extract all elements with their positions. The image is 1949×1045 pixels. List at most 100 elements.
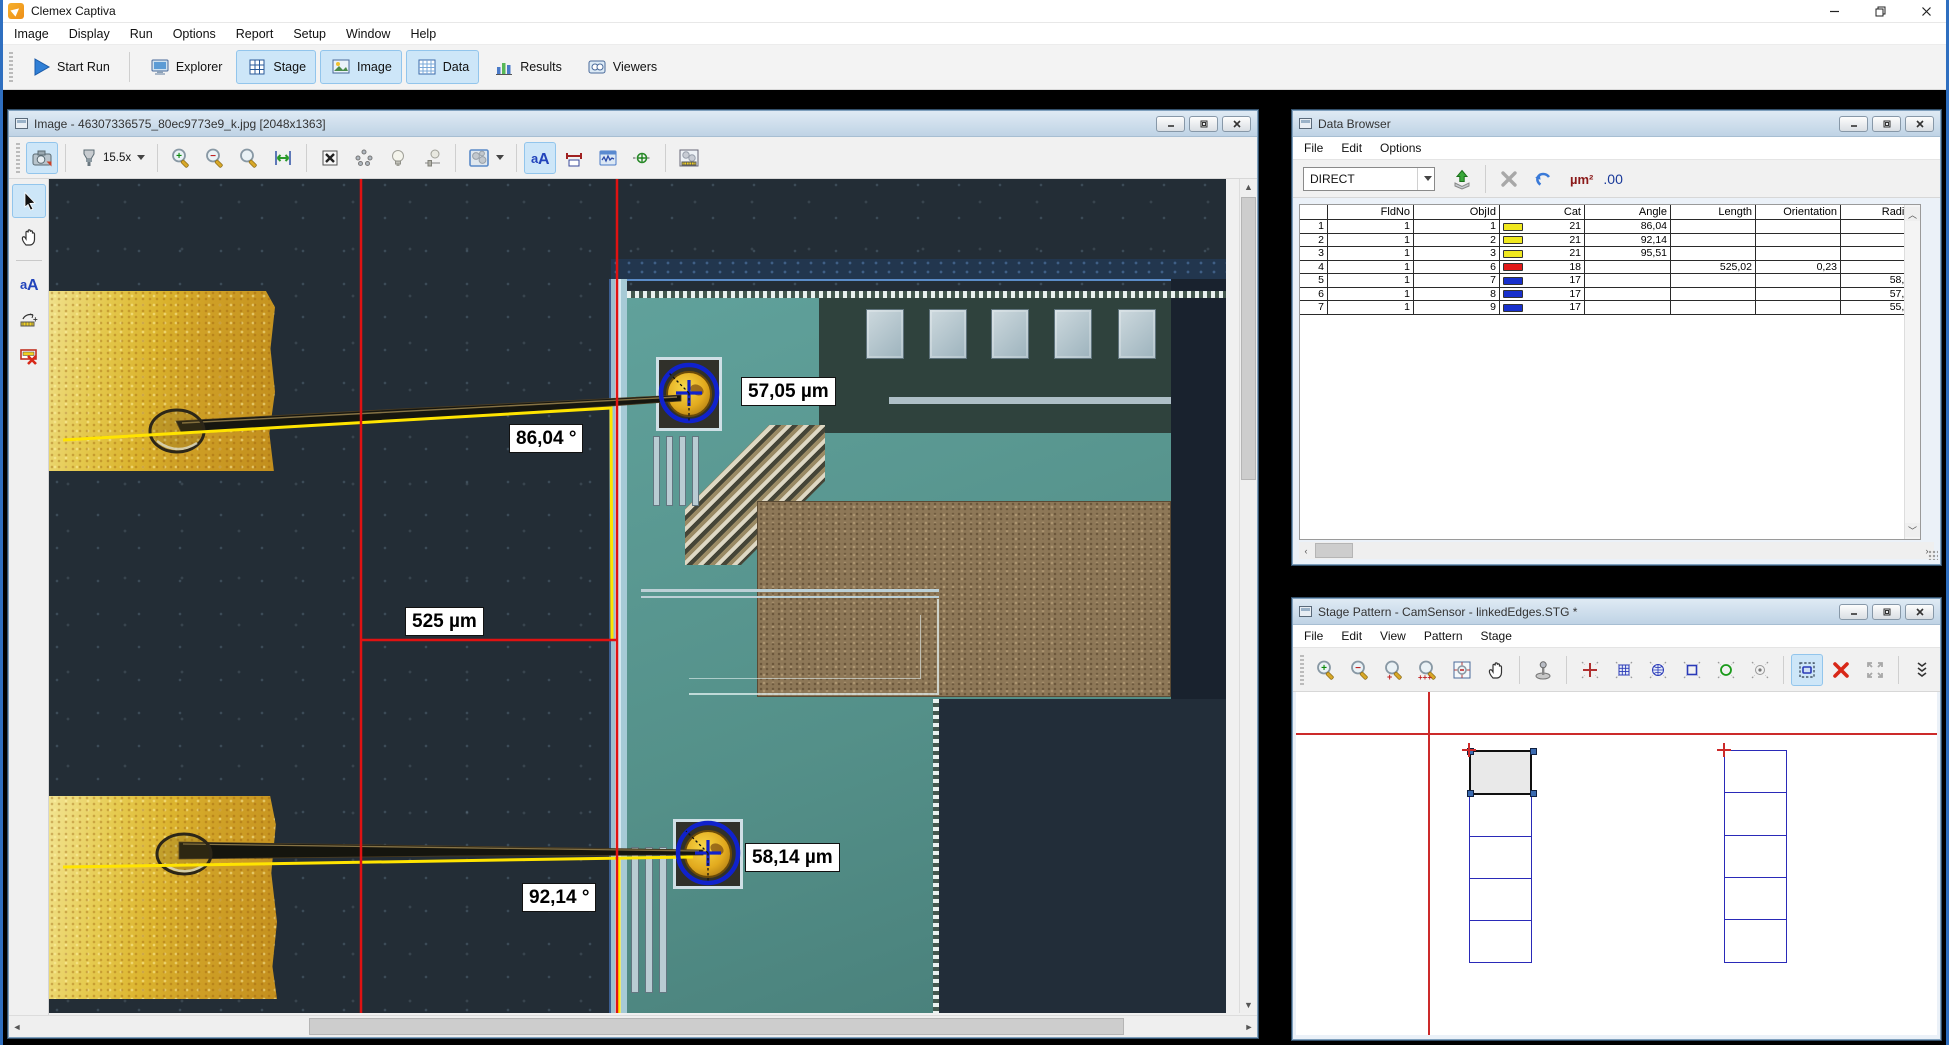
precision-label[interactable]: .00 [1603, 171, 1622, 187]
restore-button[interactable] [1857, 0, 1903, 23]
close-button[interactable] [1903, 0, 1949, 23]
menu-item-setup[interactable]: Setup [283, 24, 336, 44]
db-minimize-button[interactable] [1839, 116, 1868, 132]
table-row[interactable]: 2122192,14 [1300, 234, 1920, 248]
stage-pattern-canvas[interactable] [1296, 692, 1937, 1035]
pattern-cell[interactable] [1469, 794, 1532, 837]
unit-label[interactable]: µm² [1570, 172, 1593, 187]
sphere-pattern-button[interactable] [1642, 654, 1674, 686]
sp-close-button[interactable] [1905, 604, 1934, 620]
selection-handle[interactable] [1467, 790, 1474, 797]
calibrate-button[interactable] [348, 142, 380, 174]
point-pattern-button[interactable] [1744, 654, 1776, 686]
image-minimize-button[interactable] [1156, 116, 1185, 132]
menu-item-display[interactable]: Display [59, 24, 120, 44]
zoom-point-button[interactable]: + [1378, 654, 1410, 686]
image-vertical-scrollbar[interactable]: ▲ ▼ [1239, 179, 1257, 1013]
menu-item-image[interactable]: Image [4, 24, 59, 44]
menu-item-view[interactable]: View [1371, 626, 1415, 646]
db-scroll-left-arrow[interactable]: ‹ [1299, 542, 1313, 559]
table-row[interactable]: 6181757,05 [1300, 288, 1920, 302]
horizontal-scroll-thumb[interactable] [309, 1018, 1124, 1035]
select-cursor-button[interactable] [12, 184, 46, 218]
annotations-button[interactable]: aA [524, 142, 556, 174]
resize-grip[interactable] [1928, 550, 1938, 560]
radius-label-top[interactable]: 57,05 µm [741, 377, 836, 406]
fit-view-button[interactable] [1446, 654, 1478, 686]
preview-button[interactable] [463, 142, 509, 174]
column-header-cat[interactable]: Cat [1500, 205, 1585, 219]
column-header-fldno[interactable]: FldNo [1328, 205, 1414, 219]
db-vertical-scrollbar[interactable]: ︿ ﹀ [1904, 205, 1920, 539]
sp-minimize-button[interactable] [1839, 604, 1868, 620]
image-close-button[interactable] [1222, 116, 1251, 132]
pattern-cell[interactable] [1469, 836, 1532, 879]
menu-item-file[interactable]: File [1295, 626, 1332, 646]
vertical-scroll-thumb[interactable] [1241, 197, 1256, 480]
pattern-cell[interactable] [1724, 877, 1787, 921]
selection-handle[interactable] [1530, 790, 1537, 797]
profile-button[interactable] [592, 142, 624, 174]
stage-button[interactable]: Stage [236, 50, 316, 84]
db-scroll-down-arrow[interactable]: ﹀ [1905, 523, 1920, 537]
camera-button[interactable] [26, 142, 58, 174]
scale-bar-button[interactable] [673, 142, 705, 174]
radius-label-bottom[interactable]: 58,14 µm [745, 843, 840, 872]
zoom-window-button[interactable] [233, 142, 265, 174]
fit-image-button[interactable] [267, 142, 299, 174]
menu-item-options[interactable]: Options [1371, 138, 1430, 158]
angle-label-bottom[interactable]: 92,14 ° [522, 883, 596, 912]
menu-item-report[interactable]: Report [226, 24, 284, 44]
image-button[interactable]: Image [320, 50, 402, 84]
image-restore-button[interactable] [1189, 116, 1218, 132]
light-button[interactable] [382, 142, 414, 174]
data-button[interactable]: Data [406, 50, 479, 84]
light-settings-button[interactable] [416, 142, 448, 174]
column-header-objid[interactable]: ObjId [1414, 205, 1500, 219]
zoom-in-button[interactable]: + [1310, 654, 1342, 686]
export-button[interactable] [1446, 163, 1478, 195]
scroll-left-arrow[interactable]: ◄ [9, 1016, 25, 1037]
joystick-button[interactable] [1527, 654, 1559, 686]
measure-angle-button[interactable]: + [12, 303, 46, 337]
start-run-button[interactable]: Start Run [20, 50, 120, 84]
image-horizontal-scrollbar[interactable]: ◄ ► [9, 1015, 1257, 1037]
scroll-right-arrow[interactable]: ► [1241, 1016, 1257, 1037]
menu-item-pattern[interactable]: Pattern [1415, 626, 1472, 646]
pattern-cell-selected[interactable] [1469, 750, 1532, 795]
objective-button[interactable]: 15.5x [73, 142, 150, 174]
zoom-in-button[interactable]: + [165, 142, 197, 174]
data-browser-titlebar[interactable]: Data Browser [1293, 111, 1940, 137]
selection-handle[interactable] [1530, 748, 1537, 755]
grid-pattern-button[interactable] [1608, 654, 1640, 686]
zoom-out-button[interactable]: − [1344, 654, 1376, 686]
menu-item-window[interactable]: Window [336, 24, 400, 44]
zoom-out-button[interactable]: − [199, 142, 231, 174]
table-row[interactable]: 3132195,51 [1300, 247, 1920, 261]
origin-marker-button[interactable] [1574, 654, 1606, 686]
delete-measure-button[interactable] [12, 339, 46, 373]
pattern-cell[interactable] [1724, 750, 1787, 794]
column-header-orientation[interactable]: Orientation [1756, 205, 1841, 219]
delete-object-button[interactable] [314, 142, 346, 174]
db-scroll-up-arrow[interactable]: ︿ [1905, 207, 1920, 221]
select-marquee-button[interactable] [1791, 654, 1823, 686]
db-scroll-thumb[interactable] [1315, 543, 1353, 558]
viewers-button[interactable]: Viewers [576, 50, 667, 84]
pan-hand-button[interactable] [1480, 654, 1512, 686]
explorer-button[interactable]: Explorer [139, 50, 233, 84]
ellipse-pattern-button[interactable] [1710, 654, 1742, 686]
menu-item-edit[interactable]: Edit [1332, 626, 1371, 646]
pattern-cell[interactable] [1469, 920, 1532, 963]
undo-button[interactable] [1527, 163, 1559, 195]
center-cross-button[interactable] [626, 142, 658, 174]
sp-restore-button[interactable] [1872, 604, 1901, 620]
zoom-points-button[interactable]: +++ [1412, 654, 1444, 686]
measure-width-button[interactable] [558, 142, 590, 174]
length-label[interactable]: 525 µm [405, 607, 484, 636]
annotate-text-button[interactable]: aA [12, 267, 46, 301]
db-horizontal-scrollbar[interactable]: ‹ › [1299, 542, 1934, 559]
more-tools-button[interactable] [1906, 654, 1938, 686]
menu-item-options[interactable]: Options [163, 24, 226, 44]
menu-item-stage[interactable]: Stage [1472, 626, 1521, 646]
